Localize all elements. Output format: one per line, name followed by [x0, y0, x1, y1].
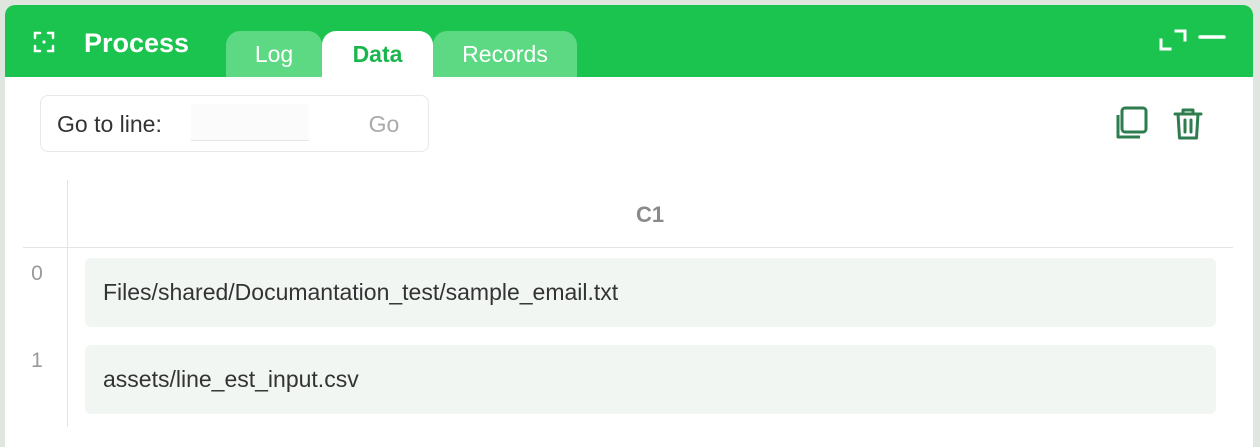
tab-data[interactable]: Data — [322, 31, 433, 77]
go-to-line-bar: Go to line: Go — [40, 95, 429, 152]
panel-title: Process — [84, 28, 190, 58]
index-column-divider — [67, 180, 68, 427]
trash-icon[interactable] — [1169, 105, 1207, 143]
go-to-line-input[interactable] — [191, 104, 309, 141]
minimize-icon[interactable] — [1197, 25, 1227, 55]
go-to-line-label: Go to line: — [57, 111, 162, 137]
table-header-divider — [23, 247, 1233, 248]
copy-icon[interactable] — [1112, 105, 1150, 143]
row-index: 0 — [31, 262, 43, 285]
row-index: 1 — [31, 349, 43, 372]
table-cell[interactable]: Files/shared/Documantation_test/sample_e… — [85, 258, 1216, 327]
tab-records[interactable]: Records — [433, 31, 577, 77]
tab-log[interactable]: Log — [226, 31, 322, 77]
process-panel: Process Log Data Records Go to line: Go — [5, 5, 1253, 447]
process-icon — [32, 30, 56, 54]
column-header-c1: C1 — [635, 202, 665, 227]
table-cell[interactable]: assets/line_est_input.csv — [85, 345, 1216, 414]
panel-header: Process Log Data Records — [5, 5, 1253, 77]
maximize-icon[interactable] — [1158, 25, 1188, 55]
go-button[interactable]: Go — [359, 108, 409, 140]
